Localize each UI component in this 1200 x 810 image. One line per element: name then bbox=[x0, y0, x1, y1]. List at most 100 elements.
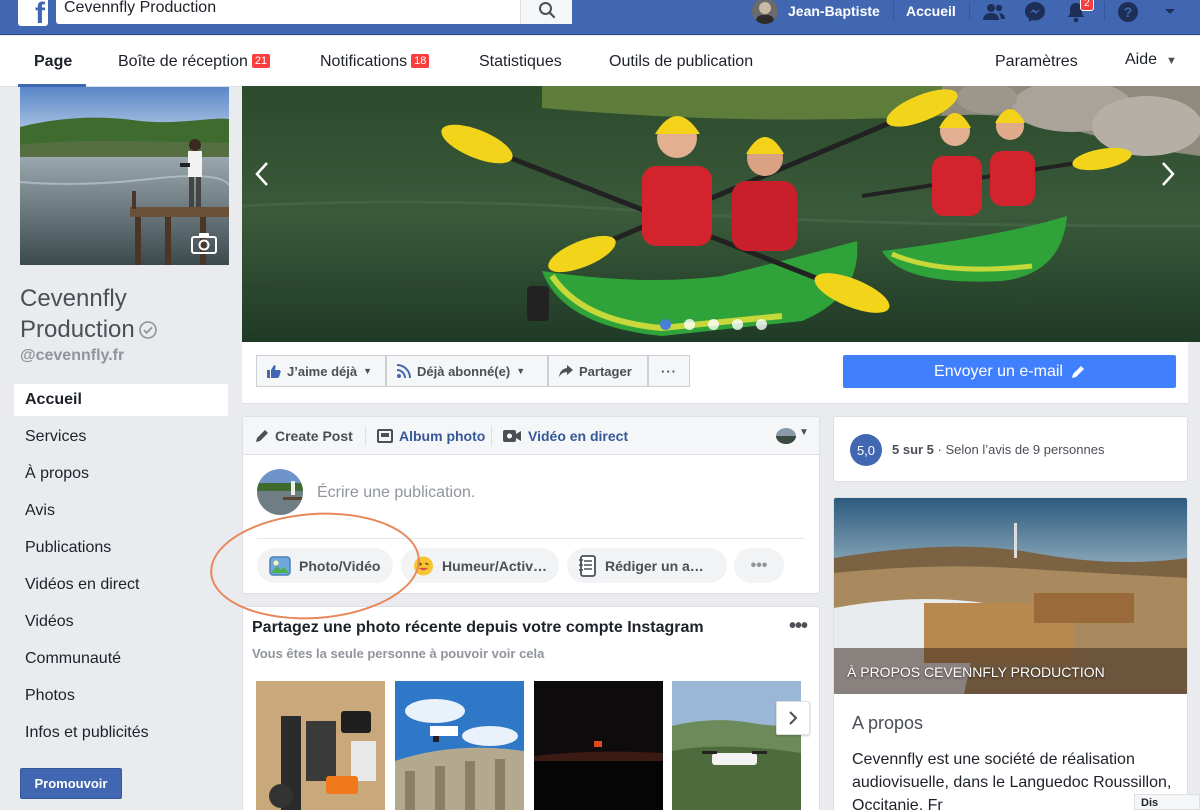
rating-summary: 5 sur 5 · Selon l’avis de 9 personnes bbox=[892, 442, 1105, 457]
about-image-caption: À PROPOS CEVENNFLY PRODUCTION bbox=[847, 664, 1105, 680]
tab-live-video[interactable]: Vidéo en direct bbox=[502, 428, 628, 444]
divider bbox=[365, 426, 366, 446]
tab-photo-album[interactable]: Album photo bbox=[377, 428, 485, 444]
facebook-logo-icon[interactable]: f bbox=[18, 0, 48, 26]
about-card: À PROPOS CEVENNFLY PRODUCTION A propos C… bbox=[833, 497, 1188, 810]
tab-inbox[interactable]: Boîte de réception 21 bbox=[118, 53, 271, 71]
divider bbox=[969, 2, 970, 20]
promote-button[interactable]: Promouvoir bbox=[20, 768, 122, 799]
sidebar-item-posts[interactable]: Publications bbox=[14, 532, 228, 564]
sidebar-item-live-videos[interactable]: Vidéos en direct bbox=[14, 569, 228, 601]
instagram-share-card: Partagez une photo récente depuis votre … bbox=[242, 606, 820, 810]
next-slide-button[interactable] bbox=[1160, 160, 1176, 188]
account-menu-caret-icon[interactable] bbox=[1157, 0, 1183, 24]
sidebar-item-about[interactable]: À propos bbox=[14, 458, 228, 490]
page-navigation-bar: Page Boîte de réception 21 Notifications 1… bbox=[0, 36, 1200, 87]
write-note-button[interactable]: Rédiger un a… bbox=[567, 548, 727, 583]
search-button[interactable] bbox=[520, 0, 572, 24]
post-as-avatar[interactable] bbox=[776, 428, 796, 444]
profile-link[interactable]: Jean-Baptiste bbox=[788, 3, 880, 19]
chat-tab[interactable]: Dis bbox=[1134, 794, 1200, 810]
divider bbox=[491, 426, 492, 446]
pencil-icon bbox=[256, 430, 268, 442]
pencil-icon bbox=[1071, 365, 1084, 378]
sidebar-item-home[interactable]: Accueil bbox=[14, 384, 228, 416]
instagram-photo[interactable] bbox=[395, 681, 524, 810]
home-link[interactable]: Accueil bbox=[906, 3, 956, 19]
page-username[interactable]: @cevennfly.fr bbox=[20, 347, 124, 365]
user-avatar[interactable] bbox=[752, 0, 778, 24]
slide-dot[interactable] bbox=[732, 319, 743, 330]
slide-dot[interactable] bbox=[756, 319, 767, 330]
divider bbox=[1104, 2, 1105, 20]
sidebar-item-reviews[interactable]: Avis bbox=[14, 495, 228, 527]
rss-icon bbox=[397, 364, 411, 378]
chevron-right-icon bbox=[789, 711, 798, 725]
tab-notifications[interactable]: Notifications 18 bbox=[320, 53, 430, 71]
send-email-button[interactable]: Envoyer un e-mail bbox=[843, 355, 1176, 388]
thumbs-up-icon bbox=[267, 365, 281, 378]
cover-photo[interactable] bbox=[242, 86, 1200, 342]
about-image[interactable]: À PROPOS CEVENNFLY PRODUCTION bbox=[834, 498, 1187, 694]
photo-video-button[interactable]: Photo/Vidéo bbox=[257, 548, 393, 583]
notebook-icon bbox=[579, 554, 596, 577]
tab-publishing-tools[interactable]: Outils de publication bbox=[609, 53, 753, 71]
help-menu[interactable]: Aide ▼ bbox=[1125, 51, 1177, 69]
like-button[interactable]: J’aime déjà ▼ bbox=[256, 355, 386, 387]
composer-avatar bbox=[257, 469, 303, 515]
post-composer: Create Post Album photo Vidéo en direct … bbox=[242, 416, 820, 594]
page-title[interactable]: Cevennfly Production bbox=[20, 283, 230, 345]
friend-requests-icon[interactable] bbox=[981, 0, 1007, 24]
emoji-icon bbox=[413, 555, 434, 576]
tab-create-post[interactable]: Create Post bbox=[255, 428, 353, 444]
card-options-button[interactable]: ••• bbox=[789, 615, 808, 638]
about-heading: A propos bbox=[852, 713, 924, 733]
svg-text:?: ? bbox=[1124, 4, 1133, 20]
sidebar-item-videos[interactable]: Vidéos bbox=[14, 606, 228, 638]
card-subtitle: Vous êtes la seule personne à pouvoir vo… bbox=[252, 646, 545, 661]
share-arrow-icon bbox=[559, 365, 573, 377]
slide-dot[interactable] bbox=[660, 319, 671, 330]
tab-statistics[interactable]: Statistiques bbox=[479, 53, 562, 71]
sidebar-item-community[interactable]: Communauté bbox=[14, 643, 228, 675]
follow-button[interactable]: Déjà abonné(e) ▼ bbox=[386, 355, 548, 387]
photo-album-icon bbox=[377, 429, 393, 443]
card-title: Partagez une photo récente depuis votre … bbox=[252, 619, 704, 636]
instagram-photo[interactable] bbox=[534, 681, 663, 810]
sidebar-item-services[interactable]: Services bbox=[14, 421, 228, 453]
settings-link[interactable]: Paramètres bbox=[995, 53, 1078, 71]
sidebar-item-photos[interactable]: Photos bbox=[14, 680, 228, 712]
tab-page[interactable]: Page bbox=[34, 53, 72, 71]
notifications-count-badge: 18 bbox=[411, 54, 430, 68]
messenger-icon[interactable] bbox=[1022, 0, 1048, 24]
sidebar-item-info-ads[interactable]: Infos et publicités bbox=[14, 717, 228, 749]
rating-badge: 5,0 bbox=[850, 434, 882, 466]
previous-slide-button[interactable] bbox=[254, 160, 270, 188]
divider bbox=[257, 538, 805, 539]
chevron-down-icon: ▼ bbox=[363, 366, 373, 376]
camera-icon[interactable] bbox=[190, 232, 218, 254]
chevron-down-icon[interactable]: ▼ bbox=[799, 427, 809, 438]
top-navigation-bar: f Cevennfly Production Jean-Baptiste Acc… bbox=[0, 0, 1200, 35]
rating-card[interactable]: 5,0 5 sur 5 · Selon l’avis de 9 personne… bbox=[833, 416, 1188, 482]
feeling-activity-button[interactable]: Humeur/Activ… bbox=[401, 548, 559, 583]
page-action-bar: J’aime déjà ▼ Déjà abonné(e) ▼ Partager … bbox=[242, 342, 1188, 404]
more-options-button[interactable]: ··· bbox=[648, 355, 690, 387]
chevron-down-icon: ▼ bbox=[1166, 55, 1177, 67]
share-button[interactable]: Partager bbox=[548, 355, 648, 387]
composer-tabs: Create Post Album photo Vidéo en direct … bbox=[243, 417, 819, 455]
post-text-input[interactable]: Écrire une publication. bbox=[317, 484, 475, 502]
photo-icon bbox=[269, 555, 291, 576]
instagram-photo[interactable] bbox=[256, 681, 385, 810]
more-options-button[interactable]: ••• bbox=[734, 548, 784, 583]
chevron-down-icon: ▼ bbox=[516, 366, 526, 376]
search-bar[interactable]: Cevennfly Production bbox=[56, 0, 572, 24]
help-icon[interactable]: ? bbox=[1115, 0, 1141, 24]
slide-dot[interactable] bbox=[684, 319, 695, 330]
video-camera-icon bbox=[503, 430, 521, 442]
notifications-badge: 2 bbox=[1080, 0, 1094, 11]
search-input[interactable]: Cevennfly Production bbox=[64, 0, 216, 17]
slide-dot[interactable] bbox=[708, 319, 719, 330]
next-photos-button[interactable] bbox=[776, 701, 810, 735]
inbox-count-badge: 21 bbox=[251, 54, 271, 68]
